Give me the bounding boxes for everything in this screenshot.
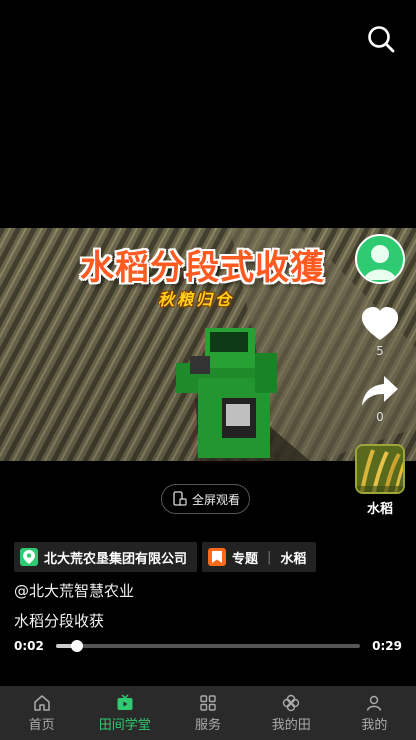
fullscreen-button[interactable]: 全屏观看 bbox=[161, 484, 250, 514]
bottom-tabbar: 首页 田间学堂 服务 我的田 我的 bbox=[0, 686, 416, 740]
like-button[interactable] bbox=[360, 306, 400, 342]
rice-thumbnail-image bbox=[357, 446, 403, 492]
tab-home[interactable]: 首页 bbox=[0, 686, 83, 740]
tag-separator: | bbox=[267, 549, 272, 565]
person-icon bbox=[367, 695, 382, 711]
like-count: 5 bbox=[376, 344, 384, 358]
clover-icon bbox=[283, 694, 300, 711]
duration: 0:29 bbox=[372, 639, 402, 653]
tab-label: 我的田 bbox=[271, 717, 311, 733]
action-rail: 5 0 水稻 bbox=[354, 234, 406, 517]
tab-label: 我的 bbox=[361, 717, 388, 733]
location-tag[interactable]: 北大荒农垦集团有限公司 bbox=[14, 542, 198, 572]
current-time: 0:02 bbox=[14, 639, 44, 653]
video-title: 水稻分段式收獲 bbox=[80, 248, 325, 288]
topic-label[interactable]: 水稻 bbox=[367, 498, 393, 517]
tag-row: 北大荒农垦集团有限公司 专题 | 水稻 bbox=[14, 542, 317, 572]
search-button[interactable] bbox=[366, 24, 396, 54]
search-icon bbox=[368, 26, 395, 53]
grid-icon bbox=[200, 694, 216, 711]
tab-field-school[interactable]: 田间学堂 bbox=[83, 686, 166, 740]
tab-me[interactable]: 我的 bbox=[333, 686, 416, 740]
progress-row: 0:02 0:29 bbox=[14, 638, 402, 654]
video-description: 水稻分段收获 bbox=[14, 612, 105, 630]
user-avatar-icon bbox=[364, 245, 396, 280]
progress-bar[interactable] bbox=[55, 640, 361, 652]
tab-my-field[interactable]: 我的田 bbox=[250, 686, 333, 740]
heart-icon bbox=[361, 307, 399, 340]
progress-knob[interactable] bbox=[70, 640, 83, 652]
tab-label: 服务 bbox=[195, 717, 222, 733]
tv-icon bbox=[117, 693, 133, 710]
share-count: 0 bbox=[376, 410, 384, 424]
share-arrow-icon bbox=[362, 376, 398, 406]
avatar[interactable] bbox=[355, 234, 405, 284]
location-label: 北大荒农垦集团有限公司 bbox=[44, 551, 188, 567]
topic-tag[interactable]: 专题 | 水稻 bbox=[202, 542, 317, 572]
tab-services[interactable]: 服务 bbox=[166, 686, 249, 740]
author-name[interactable]: @北大荒智慧农业 bbox=[14, 580, 134, 601]
topic-thumbnail[interactable] bbox=[355, 444, 405, 494]
topic-prefix: 专题 bbox=[232, 551, 259, 567]
tab-label: 田间学堂 bbox=[98, 717, 151, 733]
tab-label: 首页 bbox=[28, 717, 55, 733]
topic-name: 水稻 bbox=[280, 551, 307, 567]
fullscreen-label: 全屏观看 bbox=[191, 492, 240, 507]
share-button[interactable] bbox=[360, 374, 400, 408]
home-icon bbox=[33, 694, 50, 711]
bookmark-icon bbox=[208, 548, 227, 566]
video-subtitle: 秋粮归仓 bbox=[158, 290, 235, 309]
location-pin-icon bbox=[20, 548, 38, 566]
rotate-phone-icon bbox=[173, 491, 187, 506]
